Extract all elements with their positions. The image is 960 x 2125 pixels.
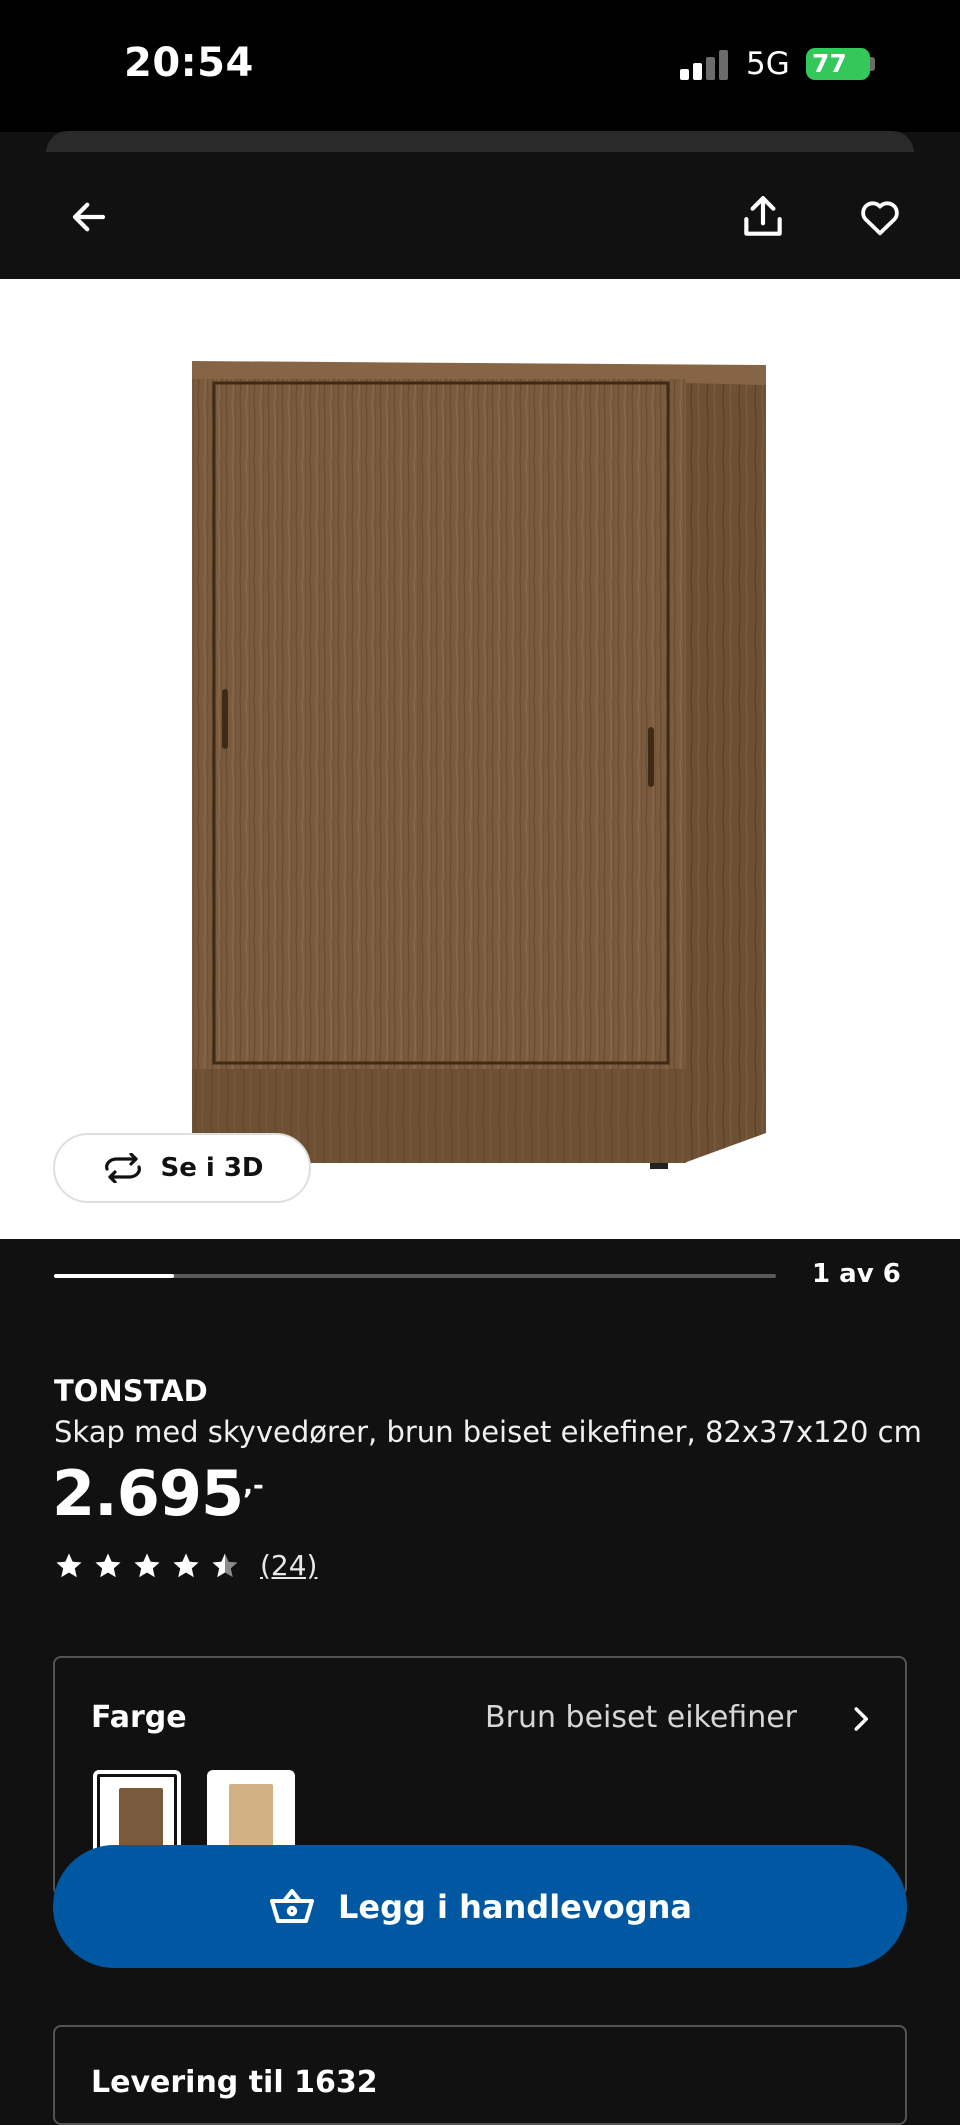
color-label: Farge — [91, 1700, 187, 1735]
product-image[interactable] — [0, 279, 960, 1239]
product-description: Skap med skyvedører, brun beiset eikefin… — [54, 1415, 922, 1449]
review-count-link[interactable]: (24) — [260, 1549, 317, 1582]
status-time: 20:54 — [124, 40, 254, 86]
product-rating: (24) — [54, 1549, 317, 1582]
cabinet-illustration — [192, 361, 766, 1169]
battery-icon: 77 — [806, 48, 870, 80]
gallery-progress-fill — [54, 1274, 175, 1278]
star-icon — [134, 1553, 160, 1577]
star-icon — [173, 1553, 199, 1577]
rating-stars — [54, 1551, 240, 1581]
delivery-label: Levering til 1632 — [91, 2065, 378, 2100]
status-bar: 20:54 5G 77 — [0, 0, 960, 132]
view-in-3d-label: Se i 3D — [160, 1153, 264, 1183]
add-to-cart-button[interactable]: Legg i handlevogna — [53, 1845, 907, 1968]
share-button[interactable] — [728, 182, 798, 252]
share-icon — [744, 196, 782, 236]
rotate-3d-icon — [105, 1153, 142, 1183]
product-price: 2.695,- — [52, 1457, 264, 1530]
product-name: TONSTAD — [54, 1374, 208, 1408]
heart-icon — [861, 201, 899, 236]
star-icon — [56, 1553, 82, 1577]
favorite-button[interactable] — [845, 182, 915, 252]
add-to-cart-label: Legg i handlevogna — [337, 1887, 692, 1926]
arrow-left-icon — [72, 202, 106, 232]
gallery-counter: 1 av 6 — [812, 1259, 901, 1289]
chevron-right-icon[interactable] — [845, 1704, 875, 1734]
signal-icon — [680, 50, 730, 80]
view-in-3d-button[interactable]: Se i 3D — [53, 1133, 311, 1203]
star-icon — [95, 1553, 121, 1577]
star-icon — [212, 1553, 238, 1577]
top-nav — [0, 152, 960, 279]
shopping-basket-icon — [269, 1888, 314, 1923]
gallery-progress — [54, 1274, 776, 1278]
delivery-card[interactable]: Levering til 1632 — [53, 2025, 907, 2125]
network-type: 5G — [746, 46, 790, 82]
price-amount: 2.695 — [52, 1457, 244, 1530]
price-suffix: ,- — [243, 1471, 264, 1501]
battery-tip — [870, 57, 875, 71]
back-button[interactable] — [54, 182, 124, 252]
selected-color: Brun beiset eikefiner — [485, 1700, 797, 1735]
battery-level: 77 — [812, 49, 847, 78]
